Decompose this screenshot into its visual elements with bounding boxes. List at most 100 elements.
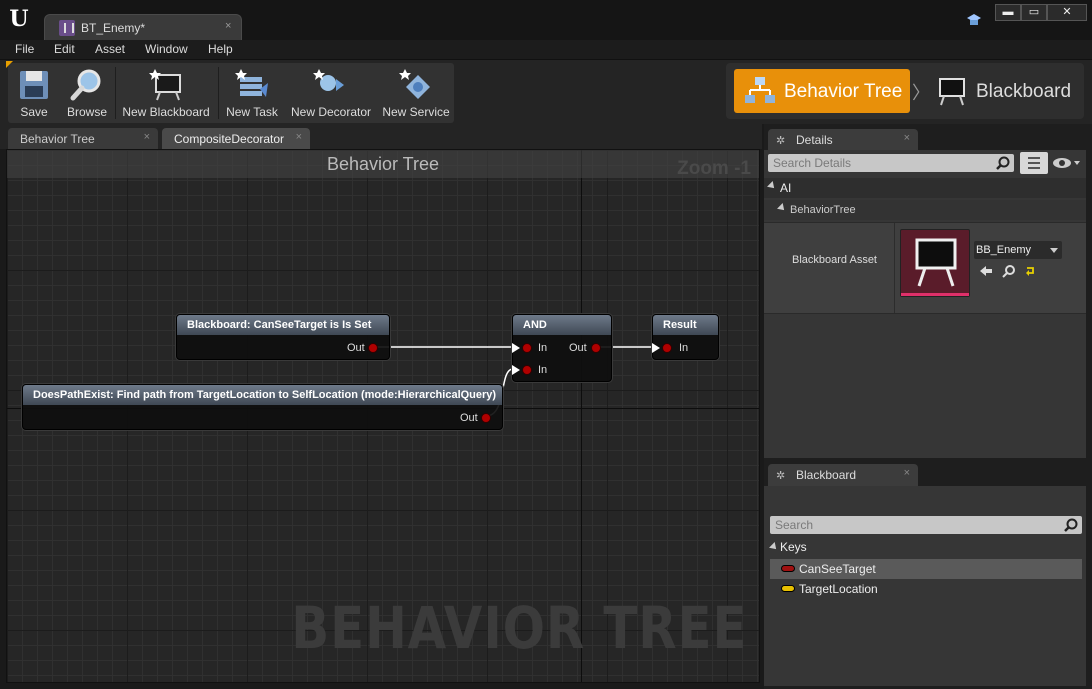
tab-blackboard[interactable]: ✲ Blackboard × (768, 464, 918, 486)
view-options-button[interactable] (1020, 152, 1048, 174)
key-row-target-location[interactable]: TargetLocation (770, 579, 1082, 599)
eye-visibility-icon[interactable] (1052, 155, 1082, 171)
graph-watermark: BEHAVIOR TREE (290, 594, 747, 662)
input-arrow-icon (652, 343, 660, 353)
key-name: TargetLocation (799, 582, 878, 596)
minimize-button[interactable]: ▬ (995, 4, 1021, 21)
new-blackboard-button[interactable]: New Blackboard (118, 63, 214, 123)
out-pin-label: Out (460, 412, 478, 424)
category-label: BehaviorTree (790, 204, 856, 216)
path-exist-decorator-node[interactable]: DoesPathExist: Find path from TargetLoca… (22, 384, 503, 430)
save-button[interactable]: Save (8, 63, 60, 123)
new-decorator-button[interactable]: New Decorator (288, 63, 374, 123)
new-decorator-icon (313, 69, 344, 91)
out-pin-label: Out (569, 342, 587, 354)
expand-arrow-icon (777, 203, 787, 213)
new-task-label: New Task (226, 105, 278, 119)
blackboard-icon (939, 78, 965, 106)
key-row-cansee-target[interactable]: CanSeeTarget (770, 559, 1082, 579)
property-name: Blackboard Asset (792, 254, 877, 266)
browse-button[interactable]: Browse (62, 63, 112, 123)
menu-asset[interactable]: Asset (95, 42, 125, 56)
magnifier-icon (70, 69, 101, 101)
dropdown-arrow-icon (1050, 248, 1058, 253)
close-window-button[interactable]: ✕ (1047, 4, 1087, 21)
details-panel: AI BehaviorTree Blackboard Asset BB_Enem… (764, 150, 1086, 458)
blackboard-mode-button[interactable]: Blackboard (932, 69, 1082, 113)
mode-switcher: Behavior Tree 〉 Blackboard (726, 63, 1084, 119)
in-pin-label: In (679, 342, 689, 354)
in-pin-2[interactable] (522, 365, 532, 375)
tab-details[interactable]: ✲ Details × (768, 129, 918, 151)
graph-tab-bar: Behavior Tree × CompositeDecorator × (0, 124, 762, 149)
and-composite-node[interactable]: AND In In Out (512, 314, 612, 382)
close-tab-icon[interactable]: × (225, 20, 231, 32)
menu-edit[interactable]: Edit (54, 42, 75, 56)
new-service-icon (399, 69, 430, 99)
tab-behavior-tree[interactable]: Behavior Tree × (8, 128, 158, 149)
out-pin[interactable] (368, 343, 378, 353)
save-disk-icon (20, 71, 48, 99)
new-decorator-label: New Decorator (290, 105, 372, 119)
category-ai[interactable]: AI (764, 178, 1086, 198)
use-selected-arrow-icon[interactable] (979, 264, 993, 278)
asset-type-color-bar (901, 293, 969, 296)
expand-arrow-icon (767, 181, 777, 191)
unreal-logo-icon[interactable]: U (6, 6, 32, 32)
blackboard-search-input[interactable] (770, 516, 1060, 534)
expand-arrow-icon (769, 542, 779, 552)
browse-label: Browse (66, 105, 107, 119)
blackboard-asset-dropdown[interactable]: BB_Enemy (974, 241, 1062, 259)
category-label: Keys (780, 540, 807, 554)
list-view-icon (1028, 157, 1040, 169)
in-pin-label: In (538, 364, 548, 376)
toolbar-separator (218, 67, 219, 119)
graph-editor[interactable]: Behavior Tree Zoom -1 BEHAVIOR TREE Blac… (6, 149, 760, 683)
menu-help[interactable]: Help (208, 42, 233, 56)
in-pin-1[interactable] (522, 343, 532, 353)
details-search-input[interactable] (768, 154, 992, 172)
node-title: AND (513, 315, 611, 335)
behavior-tree-mode-button[interactable]: Behavior Tree (734, 69, 910, 113)
category-behaviortree[interactable]: BehaviorTree (764, 200, 1086, 220)
close-tab-icon[interactable]: × (296, 131, 302, 143)
category-label: AI (780, 181, 792, 195)
zoom-level: Zoom -1 (677, 158, 751, 179)
help-mortarboard-icon[interactable] (966, 12, 982, 28)
document-tab-label: BT_Enemy* (81, 21, 146, 35)
close-tab-icon[interactable]: × (904, 467, 910, 479)
maximize-button[interactable]: ▭ (1021, 4, 1047, 21)
search-icon (1064, 518, 1078, 532)
new-blackboard-label: New Blackboard (122, 105, 210, 119)
blackboard-tab-icon: ✲ (776, 470, 786, 482)
in-pin-label: In (538, 342, 548, 354)
blackboard-search-box (770, 516, 1082, 534)
tab-label: Blackboard (796, 468, 857, 482)
reset-to-default-icon[interactable] (1023, 264, 1037, 278)
menu-window[interactable]: Window (145, 42, 188, 56)
asset-thumbnail[interactable] (900, 229, 970, 297)
result-node[interactable]: Result In (652, 314, 719, 360)
tab-label: Details (796, 133, 833, 147)
vector-key-type-icon (781, 585, 795, 592)
close-tab-icon[interactable]: × (904, 132, 910, 144)
tab-label: CompositeDecorator (174, 132, 285, 146)
out-pin[interactable] (591, 343, 601, 353)
menu-file[interactable]: File (15, 42, 34, 56)
right-panels: ✲ Details × AI (764, 124, 1092, 689)
blackboard-thumbnail-icon (915, 238, 957, 287)
new-service-button[interactable]: New Service (380, 63, 452, 123)
document-tab[interactable]: BT_Enemy* × (44, 14, 242, 40)
tab-composite-decorator[interactable]: CompositeDecorator × (162, 128, 310, 149)
in-pin[interactable] (662, 343, 672, 353)
out-pin-label: Out (347, 342, 365, 354)
toolbar-separator (115, 67, 116, 119)
node-title: Result (653, 315, 718, 335)
blackboard-decorator-node[interactable]: Blackboard: CanSeeTarget is Is Set Out (176, 314, 390, 360)
out-pin[interactable] (481, 413, 491, 423)
browse-asset-search-icon[interactable] (1002, 264, 1016, 278)
title-bar: U BT_Enemy* × ▬ ▭ ✕ (0, 0, 1092, 40)
graph-title: Behavior Tree (7, 150, 759, 178)
close-tab-icon[interactable]: × (144, 131, 150, 143)
new-task-button[interactable]: New Task (222, 63, 282, 123)
